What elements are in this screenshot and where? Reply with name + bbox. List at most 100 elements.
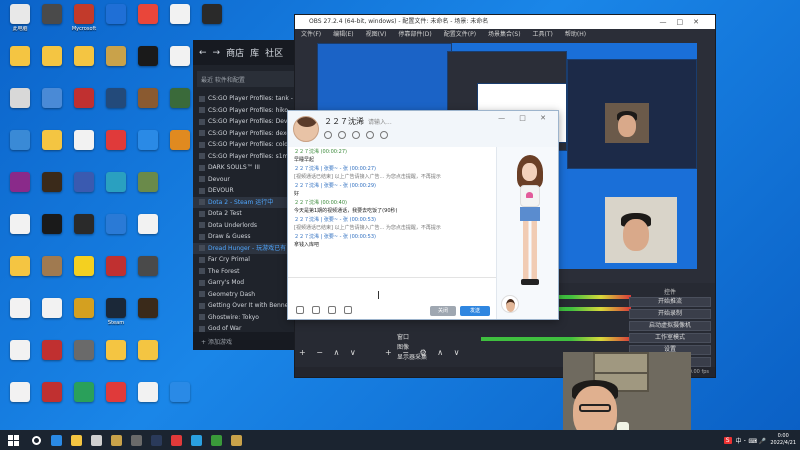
library-filter[interactable]: 最近 软件和配置: [197, 71, 301, 87]
app-icon[interactable]: [206, 430, 226, 450]
file-explorer-icon[interactable]: [66, 430, 86, 450]
desktop-icon[interactable]: [100, 214, 132, 236]
tab-community[interactable]: 社区: [265, 46, 283, 59]
desktop-icon[interactable]: [100, 46, 132, 68]
add-game-button[interactable]: + 添加游戏: [193, 332, 305, 350]
desktop-icon[interactable]: [164, 382, 196, 404]
menu-item[interactable]: 工具(T): [533, 29, 553, 41]
clock[interactable]: 0:00 2022/4/21: [770, 433, 796, 447]
desktop-icon[interactable]: [100, 382, 132, 404]
desktop-icon[interactable]: [164, 130, 196, 152]
back-icon[interactable]: ←: [199, 48, 207, 58]
desktop-icon[interactable]: [68, 214, 100, 236]
desktop-icon[interactable]: [68, 46, 100, 68]
desktop-icon[interactable]: [68, 382, 100, 404]
video-icon[interactable]: [338, 131, 346, 139]
desktop-icon[interactable]: [100, 88, 132, 110]
menu-item[interactable]: 场景集合(S): [488, 29, 521, 41]
app-icon[interactable]: [166, 430, 186, 450]
forward-icon[interactable]: →: [213, 48, 221, 58]
app-icon[interactable]: [186, 430, 206, 450]
desktop-icon[interactable]: [36, 382, 68, 404]
desktop-icon[interactable]: [4, 340, 36, 362]
desktop-icon[interactable]: [68, 130, 100, 152]
window-controls[interactable]: —□✕: [660, 15, 709, 29]
desktop-icon[interactable]: [36, 256, 68, 278]
desktop-icon[interactable]: 此电脑: [4, 4, 36, 32]
desktop-icon[interactable]: [196, 4, 228, 26]
desktop-icon[interactable]: [4, 88, 36, 110]
desktop-icon[interactable]: [164, 46, 196, 68]
image-icon[interactable]: [328, 306, 336, 314]
desktop-icon[interactable]: [36, 88, 68, 110]
window-controls[interactable]: — □ ✕: [498, 114, 552, 122]
desktop-icon[interactable]: [132, 340, 164, 362]
desktop-icon[interactable]: [100, 172, 132, 194]
history-icon[interactable]: [344, 306, 352, 314]
menu-item[interactable]: 停靠部件(D): [398, 29, 431, 41]
send-button[interactable]: 发送: [460, 306, 490, 316]
desktop-icon[interactable]: [68, 298, 100, 320]
menu-item[interactable]: 视图(V): [366, 29, 387, 41]
scene-toolbar[interactable]: + − ∧ ∨: [299, 348, 360, 357]
desktop-icon[interactable]: [68, 172, 100, 194]
desktop-icon[interactable]: [4, 46, 36, 68]
desktop-icon[interactable]: [68, 256, 100, 278]
menu-item[interactable]: 配置文件(P): [444, 29, 476, 41]
control-button[interactable]: 工作室模式: [629, 333, 711, 343]
desktop-icon[interactable]: [4, 382, 36, 404]
start-button[interactable]: [0, 430, 26, 450]
emoji-icon[interactable]: [296, 306, 304, 314]
app-icon[interactable]: [126, 430, 146, 450]
desktop-icon[interactable]: [4, 214, 36, 236]
file-icon[interactable]: [366, 131, 374, 139]
desktop-icon[interactable]: [132, 382, 164, 404]
desktop-icon[interactable]: Mycrosoft: [68, 4, 100, 32]
desktop-icon[interactable]: [132, 46, 164, 68]
steam-icon[interactable]: [146, 430, 166, 450]
desktop-icon[interactable]: [164, 88, 196, 110]
control-button[interactable]: 启动虚拟摄像机: [629, 321, 711, 331]
more-icon[interactable]: [380, 131, 388, 139]
desktop-icon[interactable]: Steam: [100, 298, 132, 326]
contact-avatar[interactable]: [293, 116, 319, 142]
tab-store[interactable]: 商店: [226, 46, 244, 59]
tab-library[interactable]: 库: [250, 46, 259, 59]
desktop-icon[interactable]: [4, 172, 36, 194]
desktop-icon[interactable]: [132, 256, 164, 278]
desktop-icon[interactable]: [132, 4, 164, 26]
desktop-icon[interactable]: [132, 130, 164, 152]
game-icon[interactable]: [106, 430, 126, 450]
desktop-icon[interactable]: [4, 130, 36, 152]
desktop-icon[interactable]: [36, 340, 68, 362]
desktop-icon[interactable]: [36, 172, 68, 194]
call-icon[interactable]: [324, 131, 332, 139]
desktop-icon[interactable]: [100, 4, 132, 26]
desktop-icon[interactable]: [164, 4, 196, 26]
desktop-icon[interactable]: [68, 340, 100, 362]
desktop-icon[interactable]: [36, 4, 68, 26]
desktop-icon[interactable]: [36, 130, 68, 152]
desktop-icon[interactable]: [68, 88, 100, 110]
control-button[interactable]: 开始推流: [629, 297, 711, 307]
desktop-icon[interactable]: [36, 214, 68, 236]
ime-icon[interactable]: S: [723, 436, 732, 444]
desktop-icon[interactable]: [100, 256, 132, 278]
desktop-icon[interactable]: [100, 340, 132, 362]
desktop-icon[interactable]: [132, 88, 164, 110]
desktop-icon[interactable]: [132, 172, 164, 194]
app-icon[interactable]: [226, 430, 246, 450]
desktop-icon[interactable]: [36, 298, 68, 320]
edge-icon[interactable]: [46, 430, 66, 450]
self-avatar[interactable]: [501, 295, 519, 313]
close-button[interactable]: 关闭: [430, 306, 456, 316]
control-button[interactable]: 开始录制: [629, 309, 711, 319]
menu-item[interactable]: 帮助(H): [565, 29, 586, 41]
search-icon[interactable]: [26, 430, 46, 450]
desktop-icon[interactable]: [36, 46, 68, 68]
menu-item[interactable]: 编辑(E): [333, 29, 353, 41]
menu-item[interactable]: 文件(F): [301, 29, 321, 41]
screen-share-icon[interactable]: [352, 131, 360, 139]
scissors-icon[interactable]: [312, 306, 320, 314]
desktop-icon[interactable]: [4, 256, 36, 278]
